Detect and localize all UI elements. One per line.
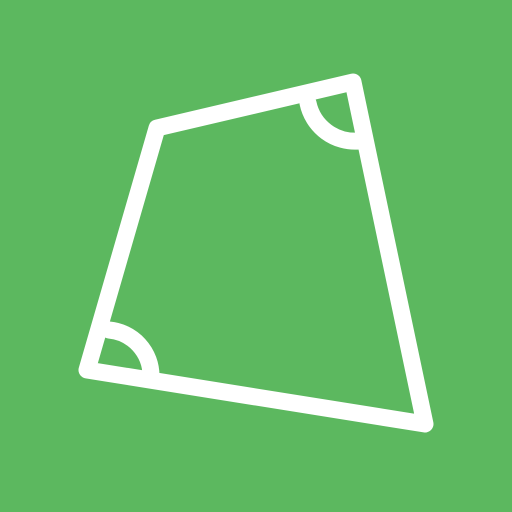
- icon-background: [0, 0, 512, 512]
- app-icon: [0, 0, 512, 512]
- quadrilateral-angles-icon: [0, 0, 512, 512]
